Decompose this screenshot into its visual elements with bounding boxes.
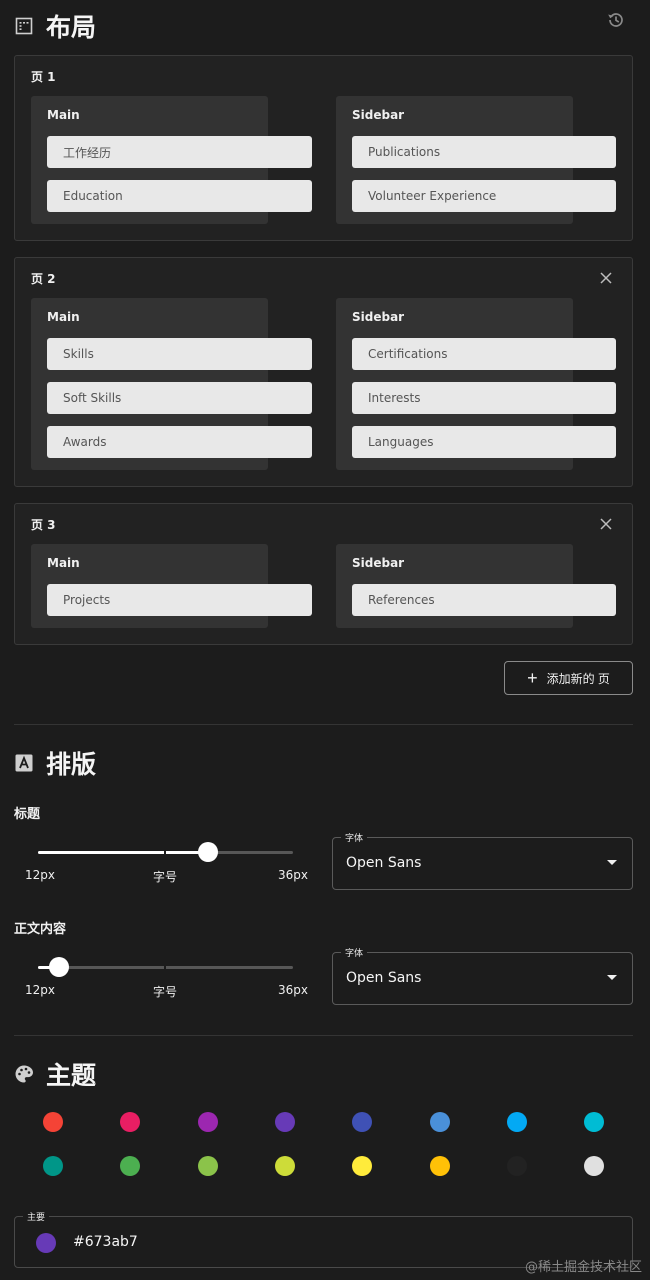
page-card-2: 页 2 Main Skills Soft Skills Awards Sideb… (14, 257, 633, 487)
page-card-1: 页 1 Main 工作经历 Education Sidebar Publicat… (14, 55, 633, 241)
dropdown-arrow-icon (607, 975, 617, 980)
main-column: Main Skills Soft Skills Awards (31, 298, 312, 470)
slider-min-label: 12px (25, 868, 55, 882)
page-label: 页 3 (31, 518, 56, 532)
section-item[interactable]: Awards (47, 426, 312, 458)
slider-track (38, 851, 208, 854)
page-label: 页 2 (31, 272, 56, 286)
color-swatch[interactable] (506, 1156, 527, 1176)
section-item[interactable]: Skills (47, 338, 312, 370)
primary-color-value: #673ab7 (73, 1234, 138, 1250)
heading-font-select[interactable]: 字体 Open Sans (332, 831, 633, 890)
palette-icon (14, 1064, 34, 1084)
color-swatch[interactable] (429, 1156, 450, 1176)
column-title: Sidebar (352, 556, 405, 570)
close-page-icon[interactable] (598, 516, 614, 532)
layout-title: 布局 (46, 13, 97, 42)
column-title: Sidebar (352, 108, 405, 122)
column-title: Main (47, 310, 80, 324)
column-title: Main (47, 108, 80, 122)
theme-section-title: 主题 (14, 1056, 96, 1092)
heading-font-label: 标题 (14, 807, 41, 822)
color-swatch[interactable] (584, 1112, 605, 1132)
slider-mark (164, 966, 166, 969)
history-icon[interactable] (606, 10, 626, 30)
slider-mark (164, 851, 166, 854)
main-column: Main Projects (31, 544, 312, 628)
column-title: Sidebar (352, 310, 405, 324)
color-swatch[interactable] (274, 1156, 295, 1176)
section-item[interactable]: References (352, 584, 616, 616)
color-swatch[interactable] (429, 1112, 450, 1132)
column-title: Main (47, 556, 80, 570)
slider-mid-label: 字号 (153, 870, 178, 884)
color-swatch[interactable] (197, 1156, 218, 1176)
section-item[interactable]: Interests (352, 382, 616, 414)
color-swatch[interactable] (43, 1112, 63, 1132)
slider-min-label: 12px (25, 983, 55, 997)
slider-max-label: 36px (278, 983, 308, 997)
slider-mid-label: 字号 (153, 985, 178, 999)
typography-title: 排版 (46, 750, 97, 779)
body-size-slider[interactable] (38, 957, 293, 977)
section-item[interactable]: 工作经历 (47, 136, 312, 168)
sidebar-column: Sidebar References (336, 544, 616, 628)
font-select-legend: 字体 (341, 946, 368, 959)
page-label: 页 1 (31, 70, 56, 84)
add-page-button[interactable]: + 添加新的 页 (504, 661, 633, 695)
section-item[interactable]: Publications (352, 136, 616, 168)
color-swatch[interactable] (43, 1156, 63, 1176)
section-item[interactable]: Education (47, 180, 312, 212)
color-swatch[interactable] (197, 1112, 218, 1132)
font-select-value: Open Sans (346, 855, 422, 871)
layout-section-title: 布局 (14, 8, 96, 44)
font-icon (14, 753, 34, 773)
body-font-select[interactable]: 字体 Open Sans (332, 946, 633, 1005)
color-swatch[interactable] (352, 1156, 373, 1176)
color-swatch[interactable] (352, 1112, 373, 1132)
add-page-label: 添加新的 页 (546, 671, 610, 686)
heading-size-slider[interactable] (38, 842, 293, 862)
color-swatch[interactable] (274, 1112, 295, 1132)
primary-color-dot[interactable] (36, 1233, 56, 1253)
slider-thumb[interactable] (49, 957, 69, 977)
color-swatch[interactable] (506, 1112, 527, 1132)
divider (14, 724, 633, 725)
layout-grid-icon (14, 16, 34, 36)
section-item[interactable]: Certifications (352, 338, 616, 370)
section-item[interactable]: Volunteer Experience (352, 180, 616, 212)
color-swatch[interactable] (120, 1112, 141, 1132)
font-select-legend: 字体 (341, 831, 368, 844)
typography-section-title: 排版 (14, 745, 96, 781)
color-swatch[interactable] (120, 1156, 141, 1176)
section-item[interactable]: Projects (47, 584, 312, 616)
primary-color-legend: 主要 (23, 1210, 50, 1223)
dropdown-arrow-icon (607, 860, 617, 865)
theme-title: 主题 (46, 1061, 97, 1090)
section-item[interactable]: Soft Skills (47, 382, 312, 414)
body-font-label: 正文内容 (14, 922, 67, 937)
sidebar-column: Sidebar Publications Volunteer Experienc… (336, 96, 616, 224)
sidebar-column: Sidebar Certifications Interests Languag… (336, 298, 616, 470)
color-swatch[interactable] (584, 1156, 605, 1176)
main-column: Main 工作经历 Education (31, 96, 312, 224)
font-select-value: Open Sans (346, 970, 422, 986)
slider-thumb[interactable] (198, 842, 218, 862)
watermark: @稀土掘金技术社区 (524, 1260, 642, 1275)
page-card-3: 页 3 Main Projects Sidebar References (14, 503, 633, 645)
divider (14, 1035, 633, 1036)
close-page-icon[interactable] (598, 270, 614, 286)
slider-max-label: 36px (278, 868, 308, 882)
plus-icon: + (527, 668, 538, 688)
section-item[interactable]: Languages (352, 426, 616, 458)
